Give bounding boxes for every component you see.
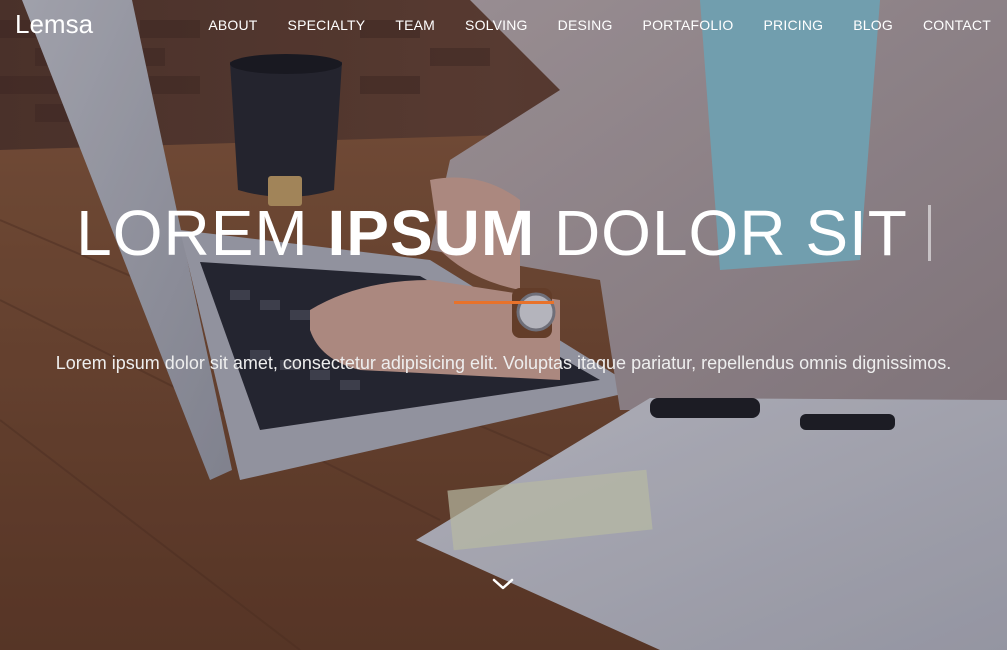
headline-part2: DOLOR SIT bbox=[535, 197, 908, 269]
nav-link-about[interactable]: ABOUT bbox=[208, 17, 257, 33]
nav-link-desing[interactable]: DESING bbox=[558, 17, 613, 33]
hero-lead-text: Lorem ipsum dolor sit amet, consectetur … bbox=[55, 353, 952, 373]
nav-link-pricing[interactable]: PRICING bbox=[764, 17, 824, 33]
headline-bold: IPSUM bbox=[327, 197, 536, 269]
hero-headline: LOREM IPSUM DOLOR SIT bbox=[0, 195, 1007, 271]
nav-item-portafolio: PORTAFOLIO bbox=[643, 17, 734, 35]
accent-divider bbox=[453, 301, 554, 304]
nav-item-blog: BLOG bbox=[853, 17, 893, 35]
nav-link-contact[interactable]: CONTACT bbox=[923, 17, 991, 33]
nav-item-team: TEAM bbox=[395, 17, 435, 35]
chevron-down-icon[interactable] bbox=[491, 574, 515, 594]
nav-link-specialty[interactable]: SPECIALTY bbox=[288, 17, 366, 33]
nav-link-team[interactable]: TEAM bbox=[395, 17, 435, 33]
nav-item-about: ABOUT bbox=[208, 17, 257, 35]
nav-link-blog[interactable]: BLOG bbox=[853, 17, 893, 33]
nav-item-pricing: PRICING bbox=[764, 17, 824, 35]
navbar: Lemsa ABOUT SPECIALTY TEAM SOLVING DESIN… bbox=[0, 0, 1007, 50]
brand-logo[interactable]: Lemsa bbox=[15, 9, 93, 40]
nav-link-portafolio[interactable]: PORTAFOLIO bbox=[643, 17, 734, 33]
hero-section: Lemsa ABOUT SPECIALTY TEAM SOLVING DESIN… bbox=[0, 0, 1007, 650]
nav-item-desing: DESING bbox=[558, 17, 613, 35]
nav-item-contact: CONTACT bbox=[923, 17, 991, 35]
nav-item-solving: SOLVING bbox=[465, 17, 528, 35]
hero-content: LOREM IPSUM DOLOR SIT Lorem ipsum dolor … bbox=[0, 195, 1007, 378]
main-nav: ABOUT SPECIALTY TEAM SOLVING DESING PORT… bbox=[208, 17, 991, 35]
nav-item-specialty: SPECIALTY bbox=[288, 17, 366, 35]
headline-part1: LOREM bbox=[76, 197, 328, 269]
typing-cursor bbox=[927, 205, 931, 261]
nav-link-solving[interactable]: SOLVING bbox=[465, 17, 528, 33]
